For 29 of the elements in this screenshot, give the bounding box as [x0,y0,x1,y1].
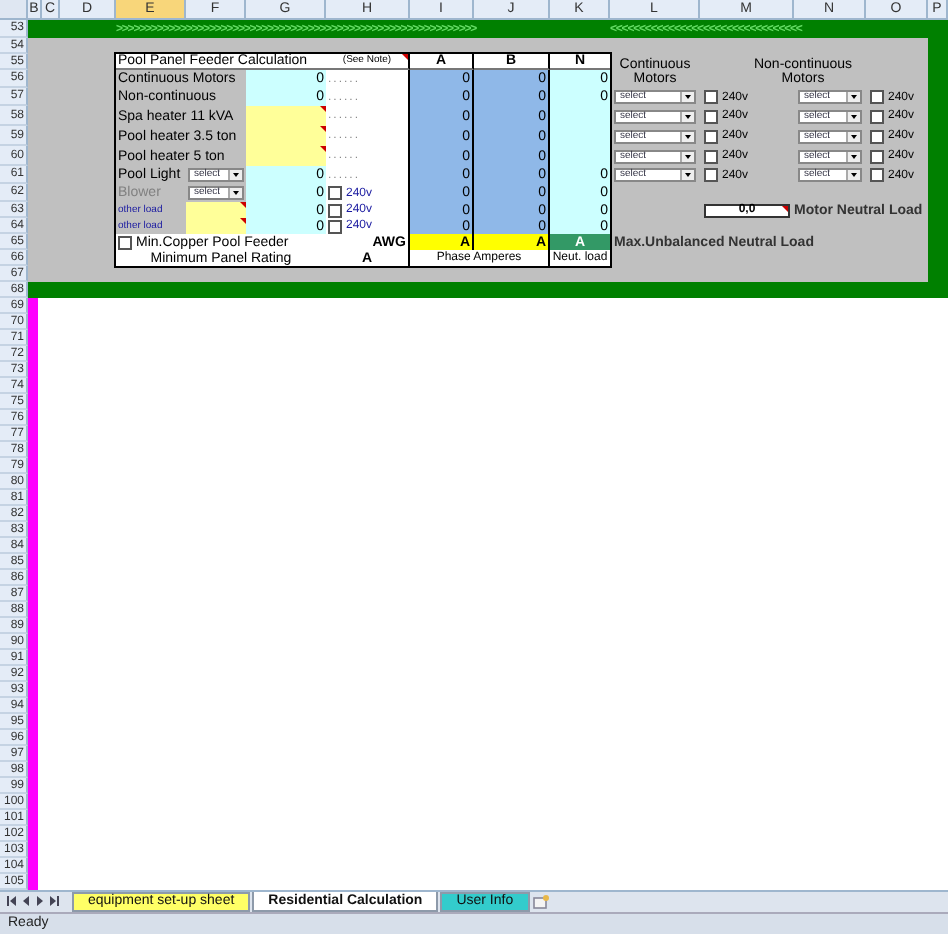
checkbox[interactable] [870,90,884,104]
caret-icon [680,170,694,180]
next-sheet-icon[interactable] [48,894,60,909]
checkbox[interactable] [118,235,132,249]
input-field[interactable] [186,202,246,218]
input-field[interactable] [186,218,246,234]
caret-icon [680,151,694,161]
caret-icon [680,111,694,121]
caret-icon [680,92,694,102]
caret-icon [846,170,860,180]
next-sheet-icon[interactable] [34,894,46,909]
previous-sheet-icon[interactable] [20,894,32,909]
caret-icon [846,131,860,141]
caret-icon [680,131,694,141]
caret-icon [846,92,860,102]
checkbox[interactable] [704,90,718,104]
caret-icon [846,151,860,161]
caret-icon [228,170,242,180]
checkbox[interactable] [328,219,342,233]
comment-marker-icon [782,205,788,211]
previous-sheet-icon[interactable] [6,894,18,909]
comment-marker-icon [402,54,408,60]
caret-icon [228,188,242,198]
checkbox[interactable] [704,168,718,182]
input-field[interactable] [246,106,326,126]
caret-icon [846,111,860,121]
checkbox[interactable] [870,168,884,182]
checkbox[interactable] [328,203,342,217]
input-field[interactable] [246,146,326,166]
